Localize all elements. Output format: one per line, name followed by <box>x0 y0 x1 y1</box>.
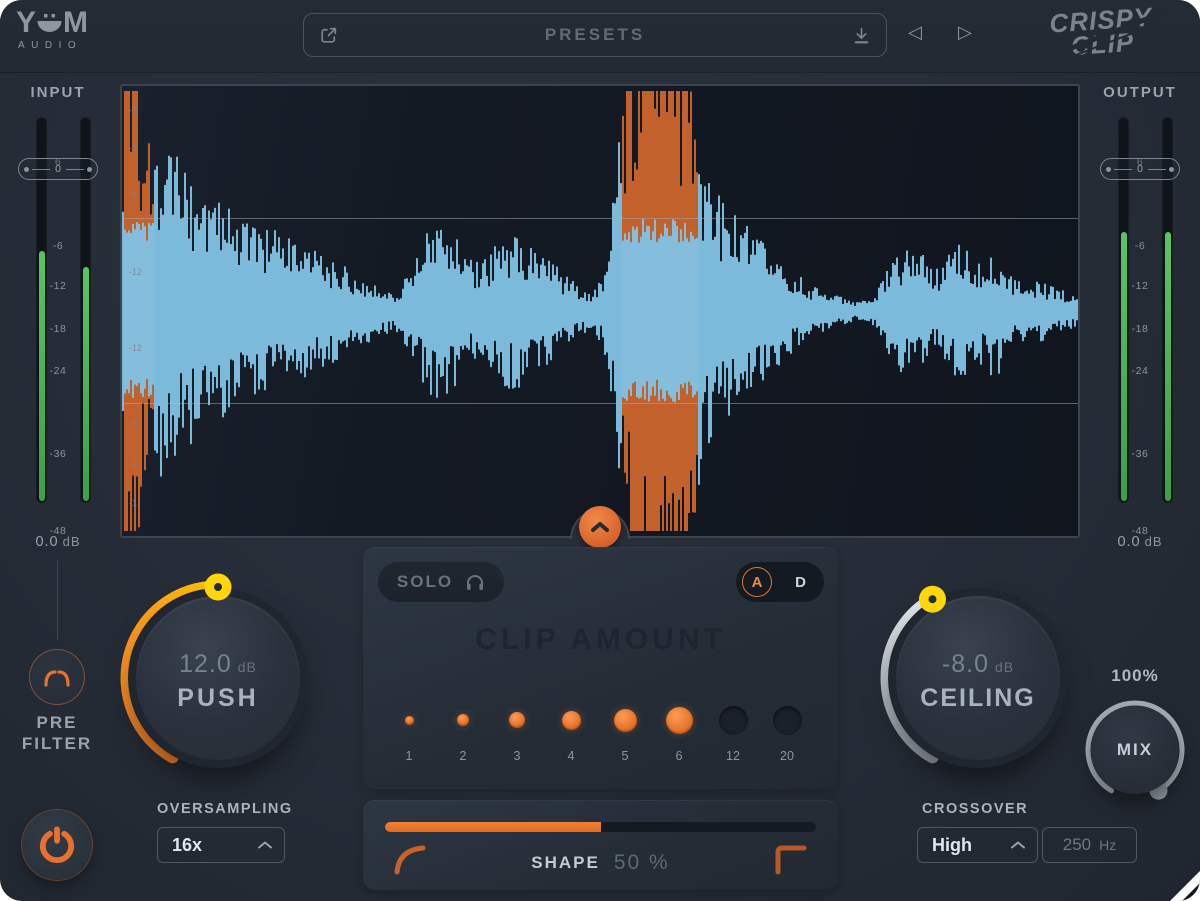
waveform-graph <box>122 86 1078 536</box>
ceiling-line-top <box>122 218 1078 219</box>
pre-filter-label: PREFILTER <box>7 712 107 754</box>
prefilter-connector-line <box>57 560 58 640</box>
output-title: OUTPUT <box>1092 84 1188 101</box>
clip-step-label: 5 <box>598 749 652 763</box>
clip-step-dot-inactive[interactable] <box>773 706 802 735</box>
oversampling-dropdown[interactable]: 16x <box>157 827 285 863</box>
clip-step-dot-active[interactable] <box>562 711 581 730</box>
clip-amount-panel: SOLO A D CLIP AMOUNT 1234561220 <box>363 547 838 789</box>
shape-slider[interactable] <box>385 822 816 832</box>
clip-step-label: 20 <box>760 749 814 763</box>
mix-knob[interactable]: MIX <box>1091 706 1179 794</box>
meter-tick: -12 <box>1092 280 1188 292</box>
presets-bar[interactable]: PRESETS <box>303 13 887 57</box>
clip-step-label: 2 <box>436 749 490 763</box>
clip-amount-steps <box>382 697 814 743</box>
crispy-clip-plugin: Y M AUDIO PRESETS ◁ ▷ CRISPY <box>0 0 1200 901</box>
chevron-up-icon <box>258 841 272 849</box>
clip-step-dot-active[interactable] <box>666 707 693 734</box>
input-meter: INPUT 6-6-12-18-24-36-48 0 0.0dB <box>10 84 106 564</box>
clip-step-dot-inactive[interactable] <box>719 706 748 735</box>
yum-audio-logo: Y M AUDIO <box>16 9 136 51</box>
meter-tick: -6 <box>10 240 106 252</box>
clip-step-2[interactable] <box>436 697 490 743</box>
crossover-mode-dropdown[interactable]: High <box>917 827 1038 863</box>
meter-tick: -6 <box>1092 240 1188 252</box>
oversampling-label: OVERSAMPLING <box>157 801 293 817</box>
clip-step-label: 1 <box>382 749 436 763</box>
share-icon[interactable] <box>318 25 339 46</box>
bandpass-filter-icon <box>40 666 74 688</box>
meter-tick: -24 <box>10 365 106 377</box>
clip-step-dot-active[interactable] <box>614 709 637 732</box>
headphones-icon <box>465 573 485 591</box>
clip-step-label: 12 <box>706 749 760 763</box>
brand-letter: M <box>63 9 88 37</box>
ceiling-line-bottom <box>122 403 1078 404</box>
push-knob[interactable]: 12.0dB PUSH <box>136 596 300 760</box>
clip-step-5[interactable] <box>598 697 652 743</box>
shape-value: 50 % <box>614 851 670 875</box>
clip-step-20[interactable] <box>760 697 814 743</box>
brand-letter: Y <box>16 9 36 37</box>
clip-step-dot-active[interactable] <box>405 716 414 725</box>
brand-sub-label: AUDIO <box>18 40 136 51</box>
input-readout: 0.0dB <box>10 534 106 550</box>
shape-slider-fill <box>385 822 601 832</box>
meter-tick: -18 <box>1092 323 1188 335</box>
decay-mode-option[interactable]: D <box>795 574 806 591</box>
power-button[interactable] <box>22 810 92 880</box>
attack-mode-option[interactable]: A <box>742 567 772 597</box>
preset-next-button[interactable]: ▷ <box>958 22 972 43</box>
mix-value: 100% <box>1091 666 1179 686</box>
bowl-icon <box>37 14 62 36</box>
waveform-display: -1-3-6-12-12-6-3-1 <box>120 84 1080 538</box>
output-readout: 0.0dB <box>1092 534 1188 550</box>
clip-step-4[interactable] <box>544 697 598 743</box>
crispy-clip-logo: CRISPY CLIP <box>1018 1 1186 72</box>
preset-prev-button[interactable]: ◁ <box>908 22 922 43</box>
clip-step-12[interactable] <box>706 697 760 743</box>
ad-mode-toggle[interactable]: A D <box>736 562 824 602</box>
crossover-label: CROSSOVER <box>922 801 1028 817</box>
solo-button[interactable]: SOLO <box>378 562 504 602</box>
download-icon[interactable] <box>851 25 872 46</box>
shape-label: SHAPE <box>531 853 600 873</box>
meter-tick: -36 <box>10 448 106 460</box>
output-trim-slider[interactable]: 0 <box>1100 158 1180 180</box>
clip-step-6[interactable] <box>652 697 706 743</box>
ceiling-knob[interactable]: -8.0dB CEILING <box>896 596 1060 760</box>
waveform-scale: -1-3-6-12-12-6-3-1 <box>129 86 153 536</box>
clip-step-dot-active[interactable] <box>457 714 469 726</box>
presets-label: PRESETS <box>545 25 645 45</box>
clip-step-3[interactable] <box>490 697 544 743</box>
output-meter: OUTPUT 6-6-12-18-24-36-48 0 0.0dB <box>1092 84 1188 564</box>
meter-tick: -36 <box>1092 448 1188 460</box>
meter-tick: -12 <box>10 280 106 292</box>
chevron-up-icon <box>1011 841 1025 849</box>
clip-amount-step-labels: 1234561220 <box>382 749 814 763</box>
pre-filter-button[interactable] <box>29 649 85 705</box>
clip-step-1[interactable] <box>382 697 436 743</box>
chevron-up-icon <box>590 521 610 533</box>
clip-amount-title: CLIP AMOUNT <box>363 623 838 657</box>
clip-step-label: 6 <box>652 749 706 763</box>
clip-step-label: 4 <box>544 749 598 763</box>
meter-tick: -24 <box>1092 365 1188 377</box>
input-title: INPUT <box>10 84 106 101</box>
top-bar: Y M AUDIO PRESETS ◁ ▷ CRISPY <box>0 0 1200 72</box>
crossover-freq-field[interactable]: 250Hz <box>1042 827 1137 863</box>
clip-step-label: 3 <box>490 749 544 763</box>
corner-fold-shadow <box>1182 883 1200 901</box>
expand-waveform-button[interactable] <box>579 506 621 548</box>
clip-step-dot-active[interactable] <box>509 712 525 728</box>
power-icon <box>36 824 78 866</box>
shape-panel: SHAPE 50 % <box>363 800 838 890</box>
meter-tick: -18 <box>10 323 106 335</box>
input-trim-slider[interactable]: 0 <box>18 158 98 180</box>
